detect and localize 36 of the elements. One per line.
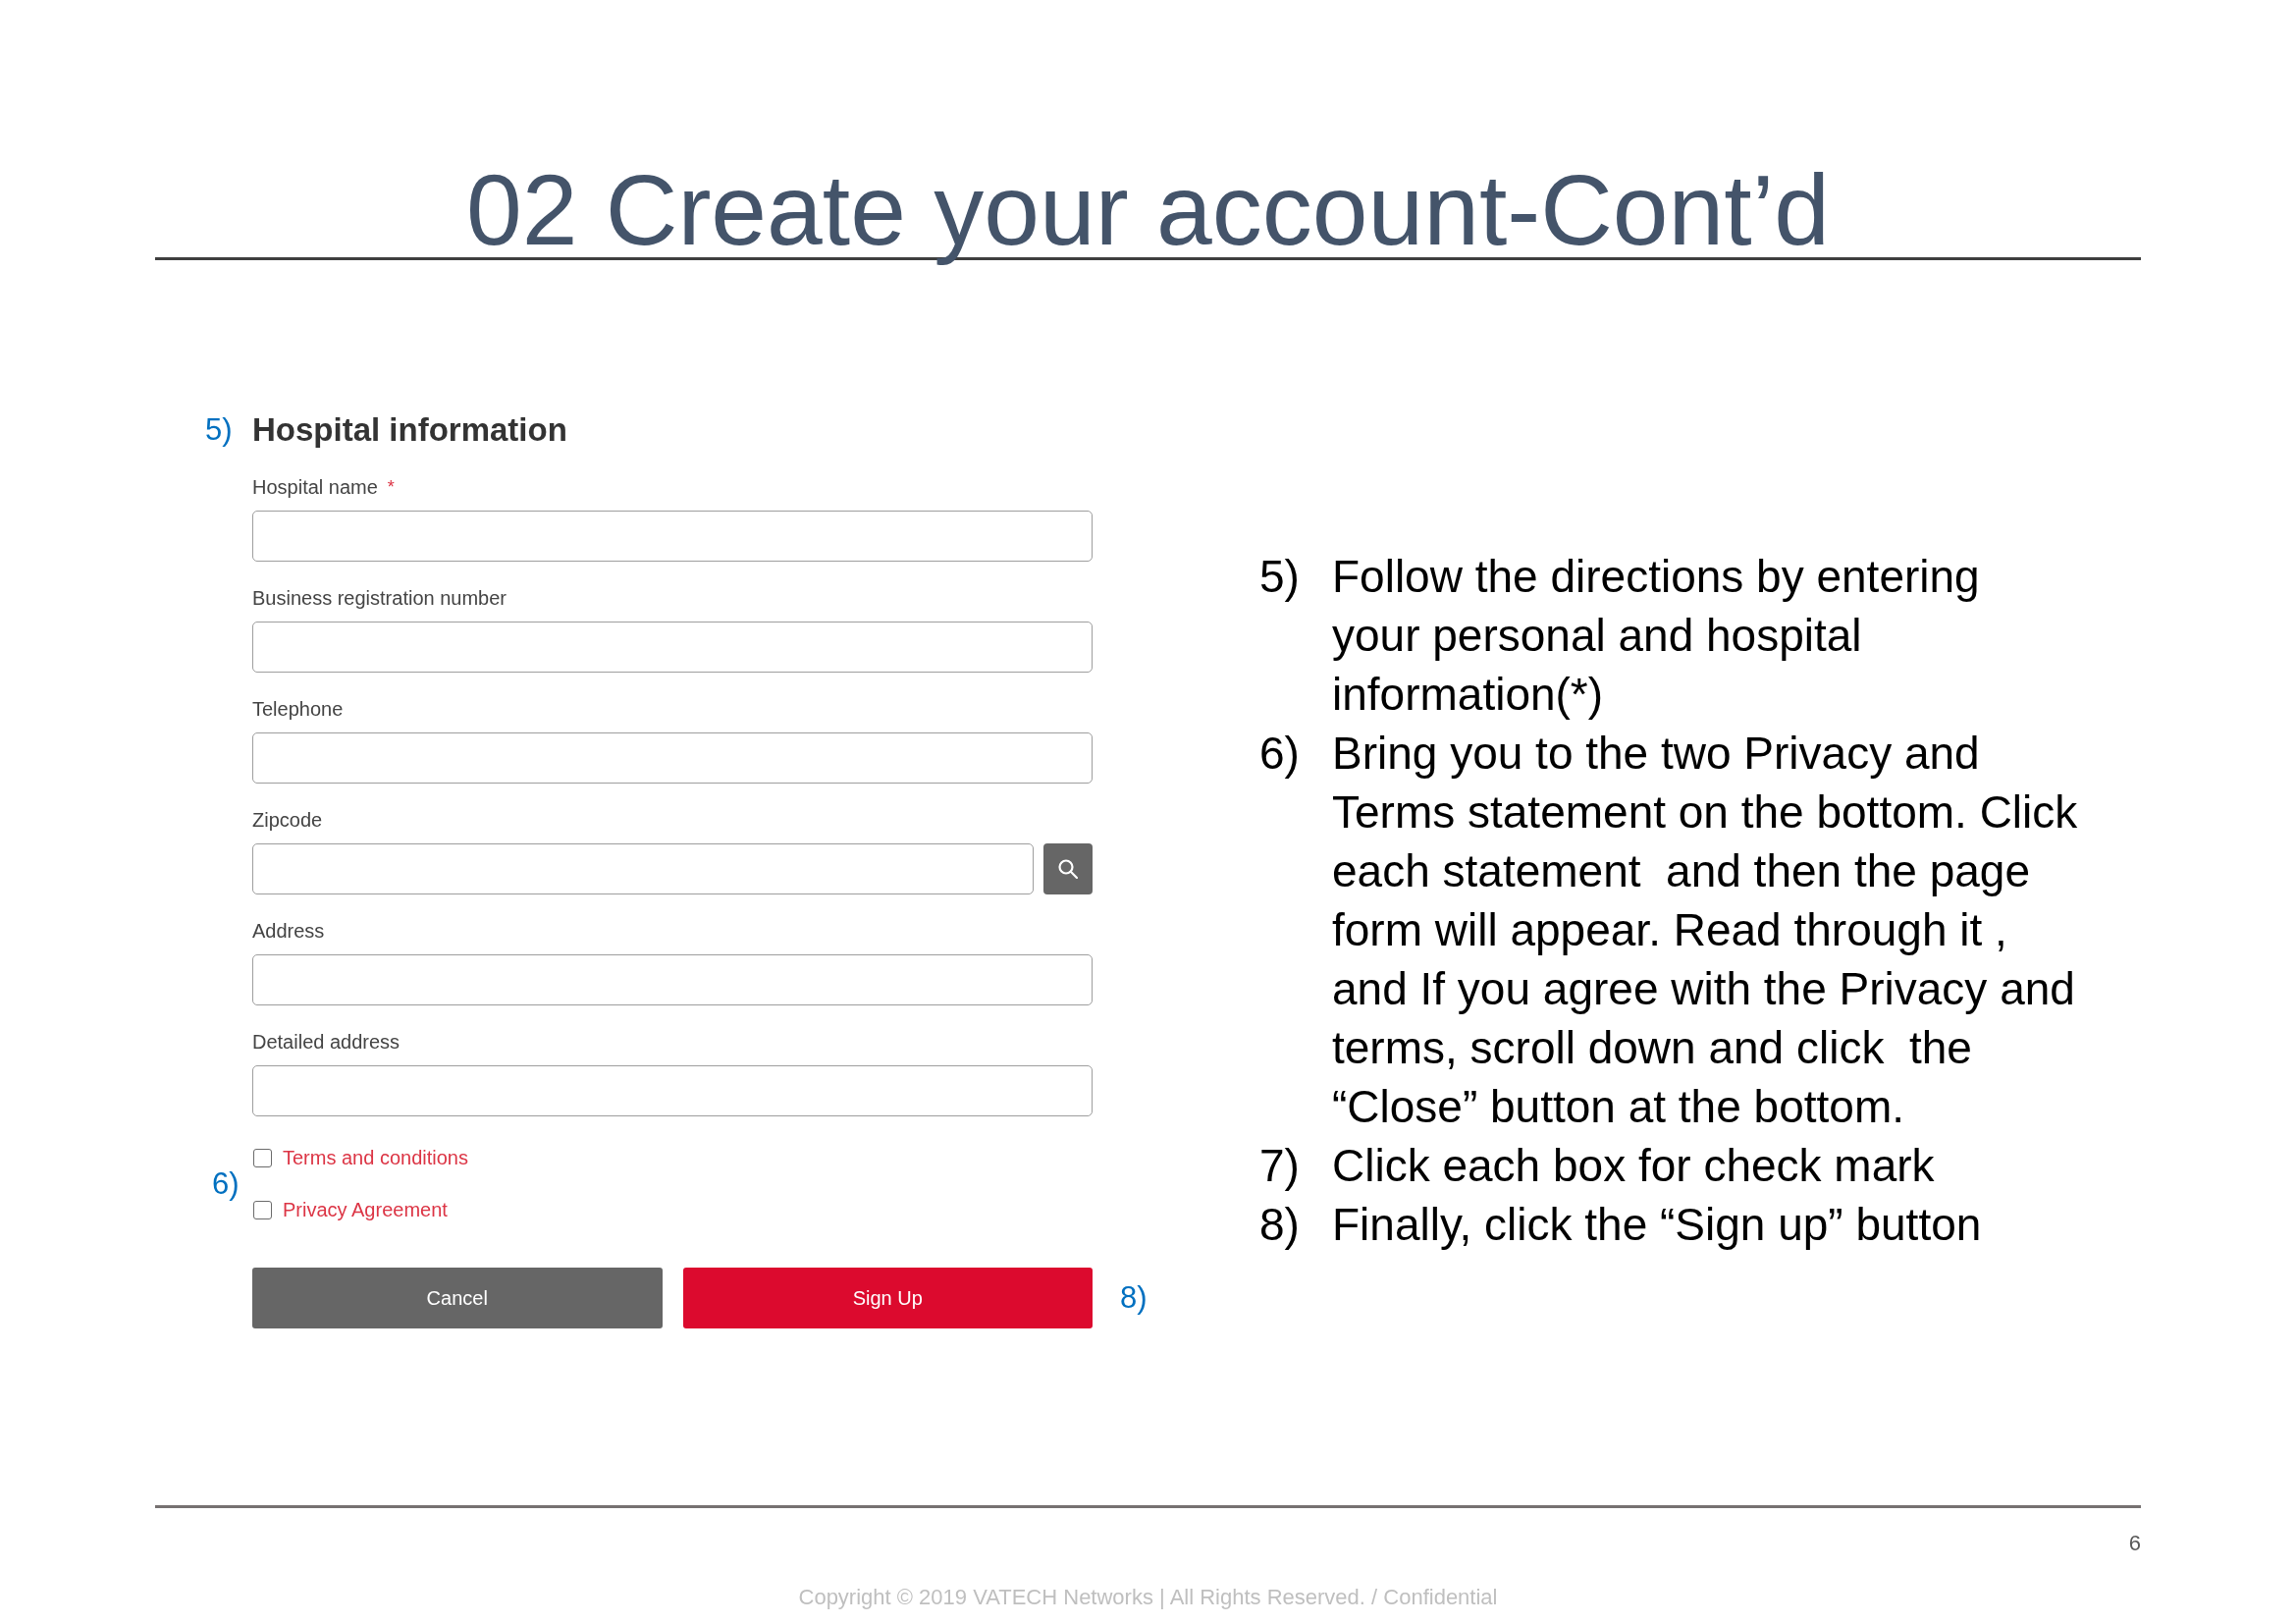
field-label: Detailed address: [252, 1030, 400, 1054]
step-number: 6): [1259, 727, 1301, 781]
required-mark: *: [387, 477, 395, 497]
slide-title: 02 Create your account-Cont’d: [465, 153, 1831, 268]
instruction-text: Bring you to the two Privacy and Terms statement on the bottom. Click each statement and then the page form will appear. Read through it , and If you agree with the Privacy and terms, scroll down and click the “Close” button at the bottom.: [1332, 727, 2078, 1134]
page-number: 6: [2128, 1531, 2141, 1556]
instruction-text: Finally, click the “Sign up” button: [1332, 1198, 1982, 1252]
instruction-text: Follow the directions by entering your personal and hospital information(*): [1332, 550, 1980, 722]
instruction-text: Click each box for check mark: [1332, 1139, 1935, 1193]
step-number: 5): [1259, 550, 1301, 604]
search-button[interactable]: [1043, 843, 1093, 894]
agreement-link[interactable]: Privacy Agreement: [283, 1198, 448, 1221]
step-number: 5): [205, 412, 234, 448]
field-label: Business registration number: [252, 586, 507, 610]
input-field[interactable]: [252, 1065, 1093, 1116]
step-number: 7): [1259, 1139, 1301, 1193]
section-heading: Hospital information: [252, 410, 567, 450]
search-icon: [1058, 859, 1078, 879]
field-label: Telephone: [252, 697, 344, 721]
cancel-button[interactable]: Cancel: [252, 1268, 663, 1328]
input-field[interactable]: [252, 843, 1034, 894]
checkbox[interactable]: [253, 1200, 272, 1219]
sign-up-button[interactable]: Sign Up: [682, 1268, 1093, 1328]
input-field[interactable]: [252, 732, 1093, 784]
checkbox[interactable]: [253, 1148, 272, 1167]
copyright-text: Copyright © 2019 VATECH Networks | All Rights Reserved. / Confidential: [798, 1585, 1498, 1610]
field-label: Address: [252, 919, 325, 943]
step-number: 8): [1120, 1280, 1148, 1316]
step-number: 6): [212, 1165, 240, 1202]
input-field[interactable]: [252, 511, 1093, 562]
step-number: 8): [1259, 1198, 1301, 1252]
field-label: Zipcode: [252, 808, 323, 832]
agreement-link[interactable]: Terms and conditions: [283, 1146, 468, 1169]
input-field[interactable]: [252, 622, 1093, 673]
field-label: Hospital name: [252, 475, 378, 499]
input-field[interactable]: [252, 954, 1093, 1005]
